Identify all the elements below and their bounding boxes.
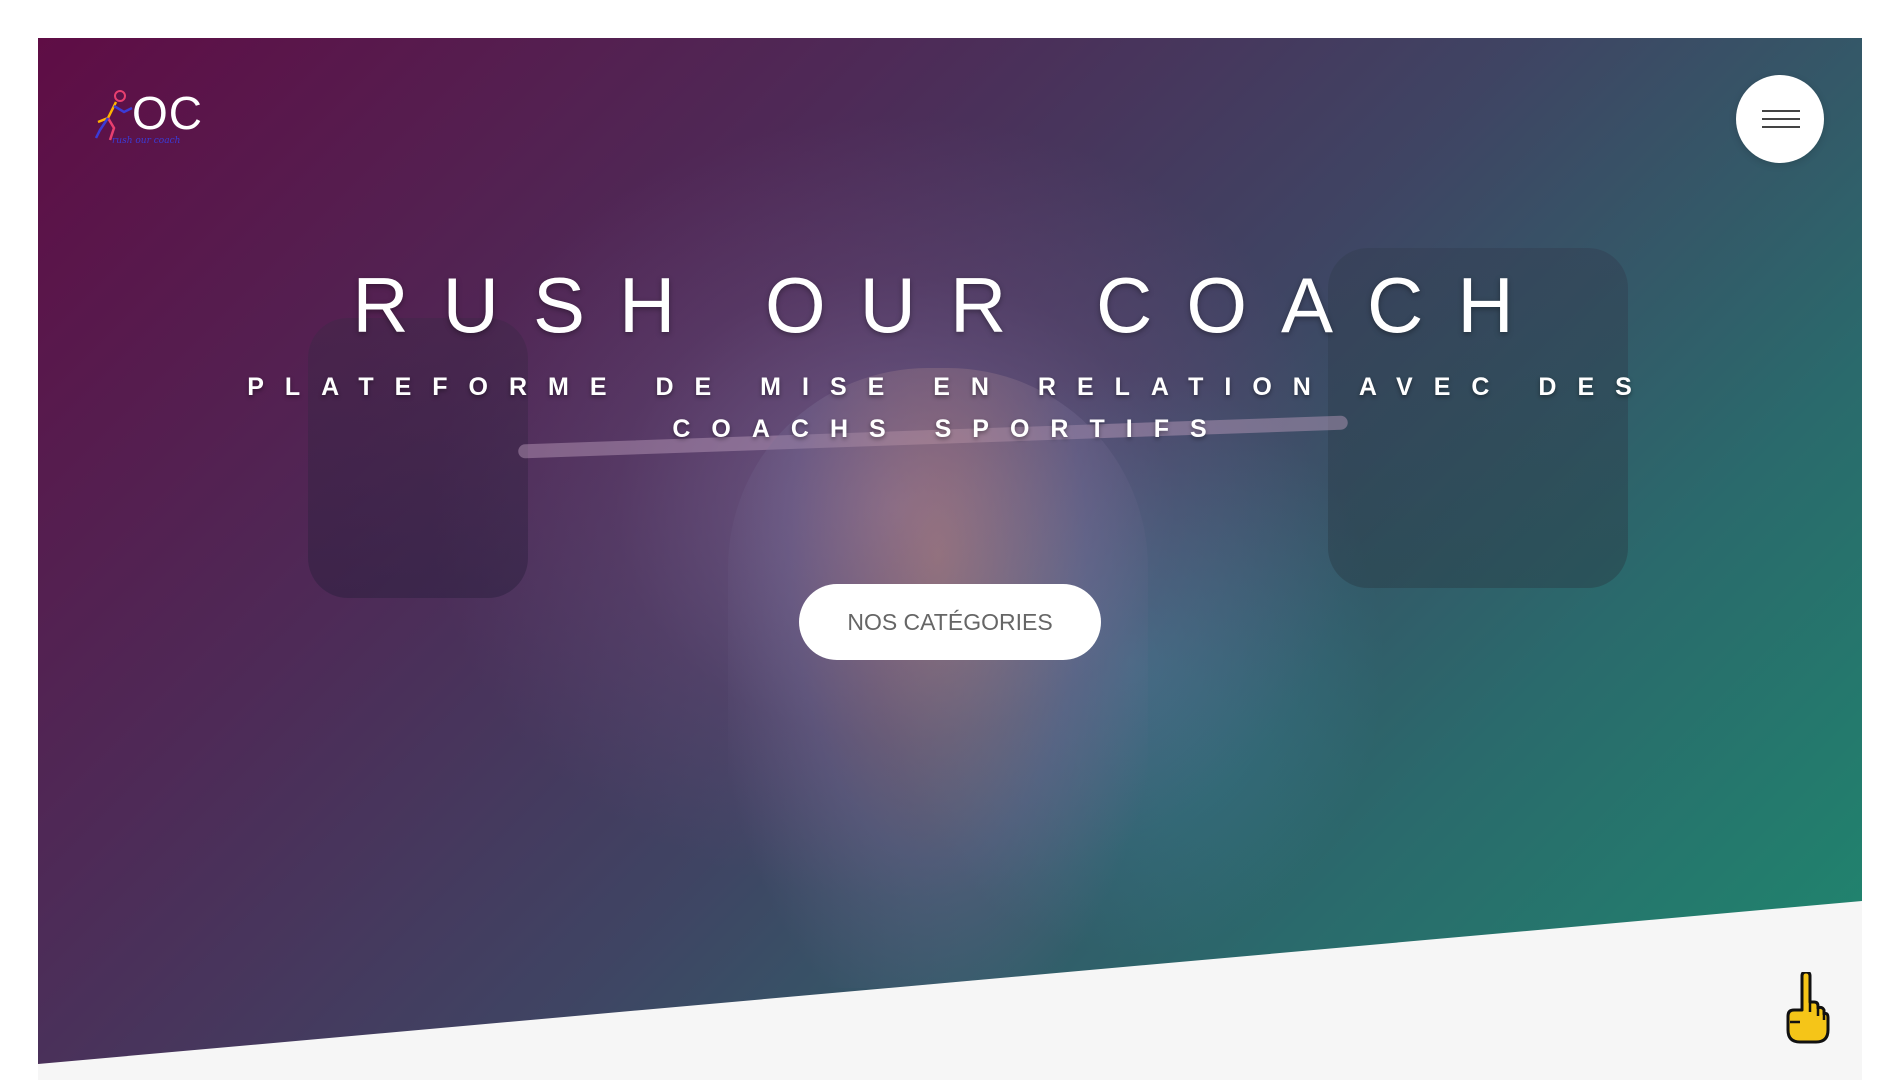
pointing-up-hand-icon[interactable] [1780,972,1832,1044]
site-logo[interactable]: OC rush our coach [94,86,204,150]
hamburger-menu-icon-line [1762,110,1800,112]
hero-subtitle: PLATEFORME DE MISE EN RELATION AVEC DES … [247,373,1653,443]
hero-title: RUSH OUR COACH [352,261,1548,349]
hamburger-menu-button[interactable] [1736,75,1824,163]
hamburger-menu-icon-line [1762,126,1800,128]
weightlifter-figure [728,368,1148,988]
hero-section: OC rush our coach RUSH OUR COACH PLATEFO… [38,38,1862,1080]
categories-button[interactable]: NOS CATÉGORIES [799,584,1101,660]
logo-text: OC [132,87,203,139]
page: OC rush our coach RUSH OUR COACH PLATEFO… [0,0,1900,1080]
logo-tagline: rush our coach [112,136,181,146]
hamburger-menu-icon-line [1762,118,1800,120]
hero-background-image [38,38,1862,1064]
barbell-plate-left [308,318,528,598]
